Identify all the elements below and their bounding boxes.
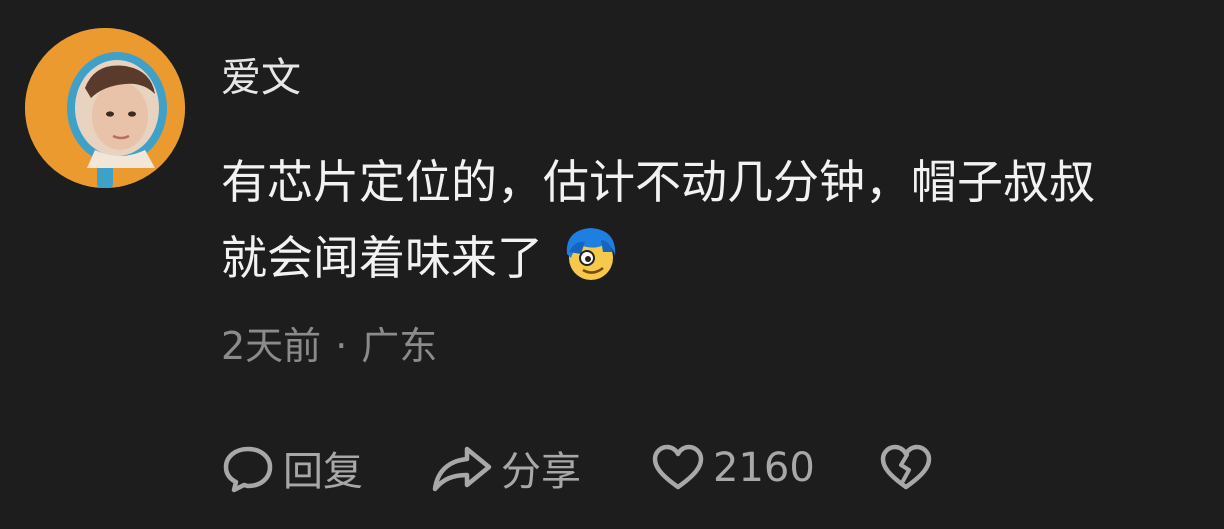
share-button[interactable]: 分享 [431, 439, 651, 497]
speech-bubble-icon [223, 446, 273, 493]
dislike-button[interactable] [879, 443, 933, 493]
comment-text: 有芯片定位的，估计不动几分钟，帽子叔叔 就会闻着味来了 [221, 144, 1211, 296]
share-label: 分享 [501, 449, 581, 495]
comment-actions: 回复 分享 2160 [221, 440, 933, 496]
broken-heart-icon [880, 444, 932, 490]
username[interactable]: 爱文 [221, 52, 301, 104]
avatar-image [25, 28, 185, 188]
reply-button[interactable]: 回复 [221, 439, 431, 497]
like-button[interactable]: 2160 [651, 443, 879, 493]
blue-hair-face-emoji-icon [561, 224, 621, 284]
share-arrow-icon [432, 446, 492, 492]
avatar[interactable] [25, 28, 185, 188]
heart-icon [652, 444, 704, 490]
comment-meta: 2天前 · 广东 [221, 320, 437, 372]
meta-separator: · [335, 324, 348, 368]
comment-location: 广东 [361, 324, 438, 368]
comment-time: 2天前 [221, 324, 322, 368]
comment-text-line: 就会闻着味来了 [221, 220, 1211, 296]
comment-text-line: 有芯片定位的，估计不动几分钟，帽子叔叔 [221, 155, 1095, 209]
like-count: 2160 [713, 445, 815, 491]
comment-item: 爱文 有芯片定位的，估计不动几分钟，帽子叔叔 就会闻着味来了 2天前 · 广东 [0, 0, 1224, 529]
comment-text-line-content: 就会闻着味来了 [221, 231, 543, 285]
reply-label: 回复 [283, 449, 363, 495]
